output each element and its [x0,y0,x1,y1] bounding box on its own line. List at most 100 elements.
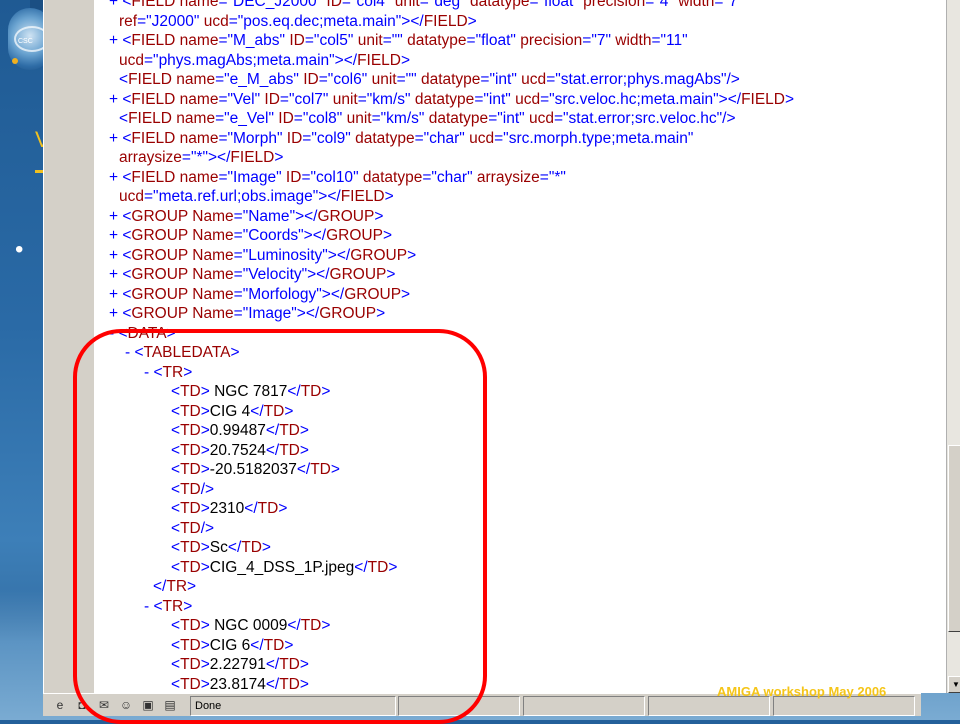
xml-token: "/> [720,71,740,88]
xml-token: ucd [464,129,495,147]
xml-token: "></ [289,207,318,225]
xml-token: GROUP [131,285,188,303]
xml-token: =" [480,71,495,88]
xml-token: "></ [395,12,424,30]
xml-token: > [785,90,795,108]
xml-token: =" [474,90,489,108]
xml-token: col8 [308,110,337,127]
xml-token: FIELD [131,0,176,10]
xml-token: Luminosity [248,246,323,264]
xml-line: + <FIELD name="M_abs" ID="col5" unit="" … [94,31,946,51]
xml-token: FIELD [423,12,468,30]
xml-token: datatype [416,71,481,88]
xml-token: FIELD [128,110,172,127]
xml-token: col10 [316,168,354,186]
xml-token[interactable]: + < [109,169,131,186]
xml-token: =" [582,32,597,49]
xml-token: =" [302,129,317,147]
xml-token: arraysize [472,168,540,186]
xml-token: ID [260,90,280,108]
xml-token: col5 [319,32,348,49]
xml-token: > [467,12,477,30]
xml-token: char [436,168,468,186]
xml-token: =" [233,227,249,244]
xml-token: > [376,305,386,322]
xml-line: + <GROUP Name="Luminosity"></GROUP> [94,246,946,266]
xml-token: =" [218,168,234,186]
xml-token: Coords [248,227,299,244]
xml-token: FIELD [741,90,785,108]
scroll-down-arrow-icon[interactable]: ▼ [948,676,960,693]
status-segment [523,696,645,716]
xml-token[interactable]: + < [109,266,131,283]
xml-token[interactable]: + < [109,305,131,322]
xml-token: > [274,149,284,166]
ie-icon: e [56,698,64,712]
slide-footer: AMIGA workshop May 2006 [717,684,887,699]
xml-token: =" [279,90,295,108]
xml-line: + <GROUP Name="Velocity"></GROUP> [94,265,946,285]
xml-token: GROUP [131,305,188,322]
xml-token[interactable]: + < [109,32,131,49]
xml-token: =" [233,305,249,322]
xml-token: " [682,32,688,49]
xml-token: GROUP [344,285,402,303]
xml-token: Morfology [248,285,317,303]
xml-token: deg [434,0,461,10]
xml-line: + <GROUP Name="Name"></GROUP> [94,207,946,227]
xml-token: =" [233,285,249,303]
xml-token: ID [298,71,319,88]
xml-token: src.veloc.hc;meta.main [554,90,714,108]
xml-token[interactable]: + < [109,91,131,108]
scrollbar-thumb[interactable] [948,445,960,632]
xml-token[interactable]: + < [109,286,131,303]
xml-token: datatype [465,0,530,10]
xml-token: > [401,51,411,69]
xml-token: GROUP [329,266,387,283]
xml-token: ID [285,32,305,49]
xml-token: =" [422,168,437,186]
xml-token: pos.eq.dec;meta.main [243,12,396,30]
xml-token: Name [187,246,234,264]
xml-token: ="" [396,71,417,88]
xml-token: GROUP [131,266,188,283]
xml-token: col4 [356,0,385,10]
xml-token: =" [414,129,430,147]
xml-token: > [382,227,392,244]
xml-token: =" [540,90,555,108]
xml-token: > [407,246,417,264]
xml-token[interactable]: + < [109,0,131,10]
xml-token: GROUP [131,207,188,225]
xml-token: =" [215,71,230,88]
xml-token[interactable]: + < [109,208,131,225]
xml-token: name [175,168,219,186]
xml-token: "></ [322,246,351,264]
xml-token: unit [328,90,358,108]
xml-token: "></ [329,51,358,69]
xml-token: Image [248,305,292,322]
xml-token: precision [578,0,646,10]
xml-line: + <FIELD name="Vel" ID="col7" unit="km/s… [94,90,946,110]
xml-line: <FIELD name="e_Vel" ID="col8" unit="km/s… [94,109,946,129]
xml-token: =" [233,266,249,283]
xml-token: char [429,129,460,147]
xml-token: =" [546,71,561,88]
xml-line: <FIELD name="e_M_abs" ID="col6" unit="" … [94,70,946,90]
xml-token: =" [466,32,482,49]
xml-token: km/s [372,90,406,108]
xml-token: =" [714,0,729,10]
xml-token: Name [248,207,290,225]
vertical-scrollbar[interactable]: ▼ [946,0,960,693]
xml-token: Velocity [248,266,302,283]
xml-token: " [737,0,744,10]
xml-token[interactable]: + < [109,227,131,244]
xml-token: datatype [402,32,467,49]
xml-token: ID [273,110,294,127]
xml-token: =" [529,0,545,10]
xml-line: + <FIELD name="DEC_J2000" ID="col4" unit… [94,0,946,12]
xml-token[interactable]: + < [109,130,131,147]
xml-token: FIELD [131,32,176,49]
xml-token: =" [488,110,503,127]
xml-token[interactable]: + < [109,247,131,264]
xml-token: FIELD [131,129,176,147]
